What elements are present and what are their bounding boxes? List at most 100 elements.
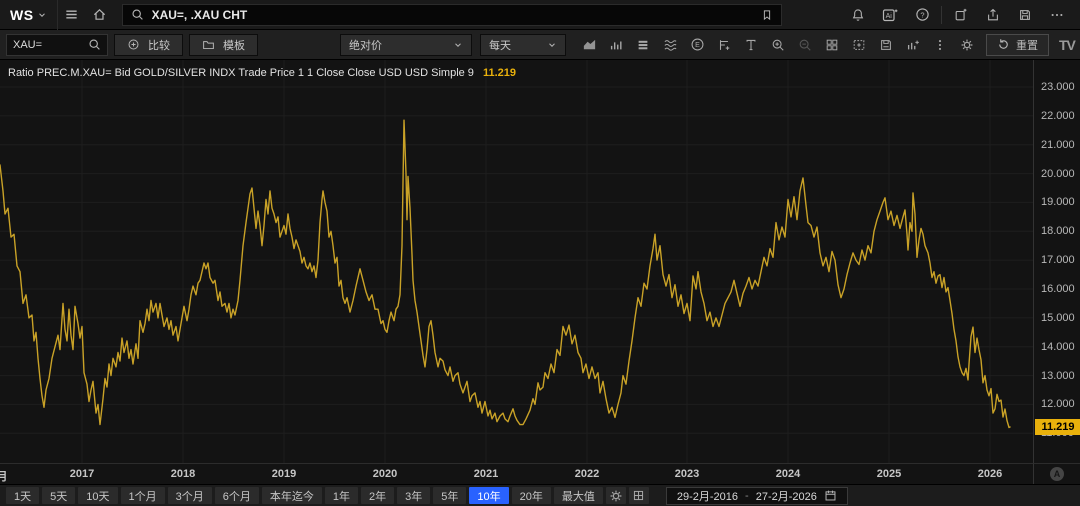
- svg-text:E: E: [695, 42, 700, 49]
- time-tick-label: 2025: [877, 468, 901, 480]
- price-tick-label: 15.000: [1041, 312, 1075, 324]
- ws-logo: WS: [10, 7, 34, 23]
- bar-chart-icon[interactable]: [605, 34, 627, 56]
- symbol-input[interactable]: XAU=: [6, 34, 108, 56]
- last-price-tag: 11.219: [1035, 419, 1080, 435]
- time-tick-label: 2024: [776, 468, 800, 480]
- ai-assistant-icon[interactable]: Ai: [877, 0, 903, 30]
- hamburger-menu-icon[interactable]: [58, 0, 86, 30]
- price-tick-label: 16.000: [1041, 283, 1075, 295]
- bell-icon[interactable]: [845, 0, 871, 30]
- text-tool-icon[interactable]: [740, 34, 762, 56]
- search-icon: [88, 38, 101, 51]
- measure-icon[interactable]: [713, 34, 735, 56]
- home-icon[interactable]: [86, 0, 114, 30]
- range-button-1年[interactable]: 1年: [325, 487, 358, 504]
- search-icon: [131, 8, 144, 21]
- more-icon[interactable]: [1044, 0, 1070, 30]
- chart-legend: Ratio PREC.M.XAU= Bid GOLD/SILVER INDX T…: [8, 67, 516, 79]
- chart-plot-area[interactable]: Ratio PREC.M.XAU= Bid GOLD/SILVER INDX T…: [0, 60, 1033, 463]
- ws-app-menu[interactable]: WS: [0, 0, 58, 30]
- time-tick-label: 2026: [978, 468, 1002, 480]
- calendar-icon: [824, 489, 837, 502]
- range-settings-gear-icon[interactable]: [606, 487, 626, 504]
- range-button-6个月[interactable]: 6个月: [215, 487, 259, 504]
- price-tick-label: 20.000: [1041, 168, 1075, 180]
- time-tick-label: 2020: [373, 468, 397, 480]
- time-tick-label: 2023: [675, 468, 699, 480]
- range-button-5年[interactable]: 5年: [433, 487, 466, 504]
- template-label: 模板: [223, 37, 245, 53]
- range-button-10年[interactable]: 10年: [469, 487, 508, 504]
- price-mode-select[interactable]: 绝对价: [340, 34, 472, 56]
- add-chart-icon[interactable]: [902, 34, 924, 56]
- kebab-menu-icon[interactable]: [929, 34, 951, 56]
- legend-last-value: 11.219: [483, 67, 516, 79]
- screenshot-icon[interactable]: [848, 34, 870, 56]
- date-to: 27-2月-2026: [756, 488, 817, 504]
- tradingview-logo: TV: [1059, 37, 1075, 53]
- date-range-picker[interactable]: 29-2月-2016 - 27-2月-2026: [666, 487, 848, 505]
- zoom-out-icon[interactable]: [794, 34, 816, 56]
- price-tick-label: 22.000: [1041, 110, 1075, 122]
- svg-text:Ai: Ai: [886, 13, 893, 20]
- plus-circle-icon: [127, 38, 140, 51]
- range-button-20年[interactable]: 20年: [512, 487, 551, 504]
- grid-layout-icon[interactable]: [821, 34, 843, 56]
- gear-icon[interactable]: [956, 34, 978, 56]
- compare-label: 比较: [148, 37, 170, 53]
- range-button-1个月[interactable]: 1个月: [121, 487, 165, 504]
- range-button-1天[interactable]: 1天: [6, 487, 39, 504]
- help-icon[interactable]: ?: [909, 0, 935, 30]
- folder-icon: [202, 38, 215, 51]
- chart-toolbar: XAU= 比较 模板 绝对价 每天 E 重置 TV: [0, 30, 1080, 60]
- range-button-10天[interactable]: 10天: [78, 487, 117, 504]
- price-tick-label: 23.000: [1041, 81, 1075, 93]
- price-tick-label: 13.000: [1041, 370, 1075, 382]
- price-tick-label: 21.000: [1041, 139, 1075, 151]
- template-button[interactable]: 模板: [189, 34, 258, 56]
- price-tick-label: 18.000: [1041, 225, 1075, 237]
- save-icon[interactable]: [1012, 0, 1038, 30]
- events-icon[interactable]: E: [686, 34, 708, 56]
- price-tick-label: 12.000: [1041, 398, 1075, 410]
- bookmark-icon[interactable]: [761, 9, 773, 21]
- new-window-icon[interactable]: [948, 0, 974, 30]
- waves-icon[interactable]: [659, 34, 681, 56]
- time-tick-label: 2021: [474, 468, 498, 480]
- reset-button[interactable]: 重置: [986, 34, 1049, 56]
- reset-icon: [997, 38, 1010, 51]
- time-tick-label: 2022: [575, 468, 599, 480]
- interval-grid-icon[interactable]: [629, 487, 649, 504]
- time-axis[interactable]: 月201720182019202020212022202320242025202…: [0, 463, 1033, 484]
- date-from: 29-2月-2016: [677, 488, 738, 504]
- range-button-3年[interactable]: 3年: [397, 487, 430, 504]
- svg-text:?: ?: [920, 10, 924, 19]
- range-button-本年迄今[interactable]: 本年迄今: [262, 487, 322, 504]
- area-chart-icon[interactable]: [578, 34, 600, 56]
- search-value: XAU=, .XAU CHT: [152, 8, 753, 22]
- symbol-value: XAU=: [13, 39, 88, 51]
- legend-title: Ratio PREC.M.XAU= Bid GOLD/SILVER INDX T…: [8, 67, 474, 79]
- compare-button[interactable]: 比较: [114, 34, 183, 56]
- global-search-input[interactable]: XAU=, .XAU CHT: [122, 4, 782, 26]
- price-mode-value: 绝对价: [349, 37, 453, 53]
- price-axis[interactable]: 11.219 23.000 22.000 21.000 20.000 19.000 18.…: [1033, 60, 1080, 463]
- chevron-down-icon: [547, 40, 557, 50]
- range-button-5天[interactable]: 5天: [42, 487, 75, 504]
- interval-value: 每天: [489, 37, 547, 53]
- chevron-down-icon: [37, 10, 47, 20]
- price-line-chart: [0, 60, 1033, 463]
- auto-scale-badge[interactable]: A: [1050, 467, 1064, 481]
- range-button-2年[interactable]: 2年: [361, 487, 394, 504]
- share-icon[interactable]: [980, 0, 1006, 30]
- range-button-最大值[interactable]: 最大值: [554, 487, 603, 504]
- chevron-down-icon: [453, 40, 463, 50]
- save-chart-icon[interactable]: [875, 34, 897, 56]
- range-button-3个月[interactable]: 3个月: [168, 487, 212, 504]
- price-tick-label: 19.000: [1041, 196, 1075, 208]
- layers-icon[interactable]: [632, 34, 654, 56]
- zoom-in-icon[interactable]: [767, 34, 789, 56]
- interval-select[interactable]: 每天: [480, 34, 566, 56]
- date-separator: -: [745, 490, 749, 502]
